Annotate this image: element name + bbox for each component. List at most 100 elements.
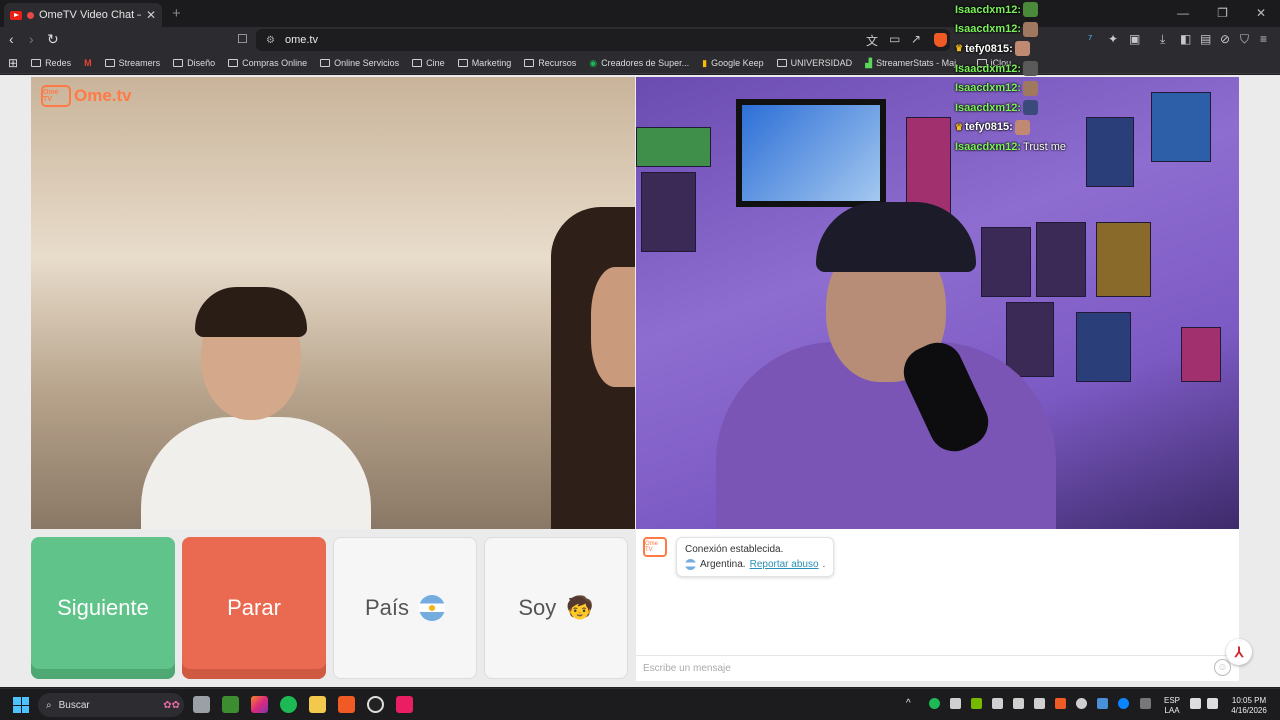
bookmark-recursos[interactable]: Recursos	[524, 58, 576, 68]
chat-panel: Ome TV Conexión establecida. Argentina. …	[636, 529, 1239, 681]
tiktok-icon[interactable]	[396, 696, 413, 713]
ometv-chat-icon: Ome TV	[643, 537, 667, 557]
task-view-icon[interactable]	[193, 696, 210, 713]
bookmark-redes[interactable]: Redes	[31, 58, 71, 68]
volume-icon[interactable]	[1207, 698, 1218, 709]
tray-app-icon[interactable]	[992, 698, 1003, 709]
bookmark-streamerstats[interactable]: ▟ StreamerStats - Maj...	[865, 58, 963, 69]
back-icon[interactable]: ‹	[9, 31, 14, 47]
vpn-icon[interactable]: ⛉	[1240, 32, 1249, 47]
tray-obs-icon[interactable]	[1076, 698, 1087, 709]
stop-button[interactable]: Parar	[182, 537, 326, 679]
microphone-icon[interactable]	[1140, 698, 1151, 709]
steam-icon[interactable]	[1097, 698, 1108, 709]
screenshot-icon[interactable]: ▣	[1129, 32, 1140, 46]
country-button[interactable]: País	[333, 537, 477, 679]
wall-tv	[736, 99, 886, 207]
avatar-icon	[1023, 80, 1039, 96]
nvidia-icon[interactable]	[971, 698, 982, 709]
maximize-button[interactable]: ❐	[1217, 6, 1228, 20]
url-bar[interactable]: ⚙ ome.tv	[256, 29, 950, 51]
ometv-tv-icon: Ome TV	[41, 85, 71, 107]
download-icon[interactable]: ⤓	[1160, 32, 1165, 47]
menu-icon[interactable]: ≡	[1260, 32, 1267, 46]
gender-button[interactable]: Soy 🧒	[484, 537, 628, 679]
edge-icon[interactable]	[1118, 698, 1129, 709]
report-abuse-link[interactable]: Reportar abuso	[750, 557, 819, 572]
apps-grid-icon[interactable]: ⊞	[8, 56, 18, 70]
bookmark-diseno[interactable]: Diseño	[173, 58, 215, 68]
keep-icon: ▮	[702, 57, 708, 68]
avatar-icon	[1023, 61, 1039, 77]
minimize-button[interactable]: —	[1177, 6, 1189, 20]
overlay-line: Isaacdxm12:	[955, 20, 1075, 40]
instagram-icon[interactable]	[251, 696, 268, 713]
wallet-icon[interactable]: ▤	[1200, 32, 1211, 46]
cast-icon[interactable]: ▭	[889, 32, 900, 46]
bookmark-cine[interactable]: Cine	[412, 58, 445, 68]
tab-close-button[interactable]: ✕	[146, 8, 156, 22]
language-indicator[interactable]: ESP LAA	[1160, 696, 1184, 716]
leo-icon[interactable]: ⊘	[1220, 32, 1230, 46]
share-icon[interactable]: ↗	[911, 32, 921, 46]
system-message: Conexión establecida. Argentina. Reporta…	[676, 537, 835, 577]
youtube-icon	[10, 10, 22, 20]
minecraft-icon[interactable]	[222, 696, 239, 713]
bookmark-creadores[interactable]: ◉ Creadores de Super...	[589, 58, 689, 69]
tray-overflow-icon[interactable]: ^	[906, 699, 911, 709]
self-video	[636, 77, 1239, 529]
folder-icon	[776, 59, 787, 67]
pdf-icon[interactable]: ⅄	[1226, 639, 1252, 665]
bookmark-streamers[interactable]: Streamers	[104, 58, 160, 68]
overlay-line: Isaacdxm12:	[955, 78, 1075, 98]
folder-icon	[457, 59, 468, 67]
taskbar-search[interactable]: ⌕ Buscar ✿✿	[38, 693, 184, 717]
tray-app-icon[interactable]	[1034, 698, 1045, 709]
tray-app-icon[interactable]	[1013, 698, 1024, 709]
obs-icon[interactable]	[367, 696, 384, 713]
country-name: Argentina.	[700, 559, 746, 570]
avatar-icon	[1014, 119, 1030, 135]
next-button[interactable]: Siguiente	[31, 537, 175, 679]
extensions-puzzle-icon[interactable]: ✦	[1108, 32, 1118, 46]
stats-icon: ▟	[865, 57, 873, 68]
message-input[interactable]: Escribe un mensaje	[636, 655, 1239, 681]
crown-icon: ♛	[955, 43, 964, 54]
close-window-button[interactable]: ✕	[1256, 6, 1266, 20]
argentina-flag-icon	[419, 595, 446, 621]
reload-icon[interactable]: ↻	[47, 31, 59, 48]
brave-browser-icon[interactable]	[338, 696, 355, 713]
translate-icon[interactable]: 文	[866, 32, 878, 49]
brave-shields-icon[interactable]	[934, 33, 947, 50]
avatar-icon	[1014, 41, 1030, 57]
emoji-icon[interactable]: ☺	[1214, 659, 1231, 676]
extension-icon[interactable]: ⁷	[1088, 32, 1092, 46]
forward-icon[interactable]: ›	[29, 31, 34, 47]
bookmark-google-keep[interactable]: ▮ Google Keep	[702, 58, 764, 69]
bookmark-servicios[interactable]: Online Servicios	[320, 58, 399, 68]
folder-icon	[104, 59, 115, 67]
stranger-video: Ome TV Ome.tv	[31, 77, 635, 529]
bookmark-marketing[interactable]: Marketing	[457, 58, 511, 68]
network-icon[interactable]	[1190, 698, 1201, 709]
new-tab-button[interactable]: +	[172, 5, 181, 22]
tulips-icon: ✿✿	[163, 699, 180, 711]
file-explorer-icon[interactable]	[309, 696, 326, 713]
windows-start-icon[interactable]	[13, 697, 29, 713]
bookmark-universidad[interactable]: UNIVERSIDAD	[776, 58, 852, 68]
bookmark-page-icon[interactable]: ☐	[237, 32, 248, 46]
window-controls: — ❐ ✕	[1177, 6, 1266, 20]
bookmark-compras[interactable]: Compras Online	[228, 58, 307, 68]
folder-icon	[320, 59, 331, 67]
tray-spotify-icon[interactable]	[929, 698, 940, 709]
tab-ometv[interactable]: OmeTV Video Chat — Omeg ✕	[4, 3, 162, 27]
tray-app-icon[interactable]	[950, 698, 961, 709]
clock[interactable]: 10:05 PM 4/16/2026	[1226, 696, 1272, 716]
overlay-line: ♛ tefy0815:	[955, 118, 1075, 138]
tray-brave-icon[interactable]	[1055, 698, 1066, 709]
site-settings-icon[interactable]: ⚙	[266, 35, 275, 46]
spotify-icon[interactable]	[280, 696, 297, 713]
bookmarks-bar: ⊞ Redes M Streamers Diseño Compras Onlin…	[0, 53, 1280, 74]
bookmark-gmail[interactable]: M	[84, 58, 92, 68]
sidebar-icon[interactable]: ◧	[1180, 32, 1191, 46]
